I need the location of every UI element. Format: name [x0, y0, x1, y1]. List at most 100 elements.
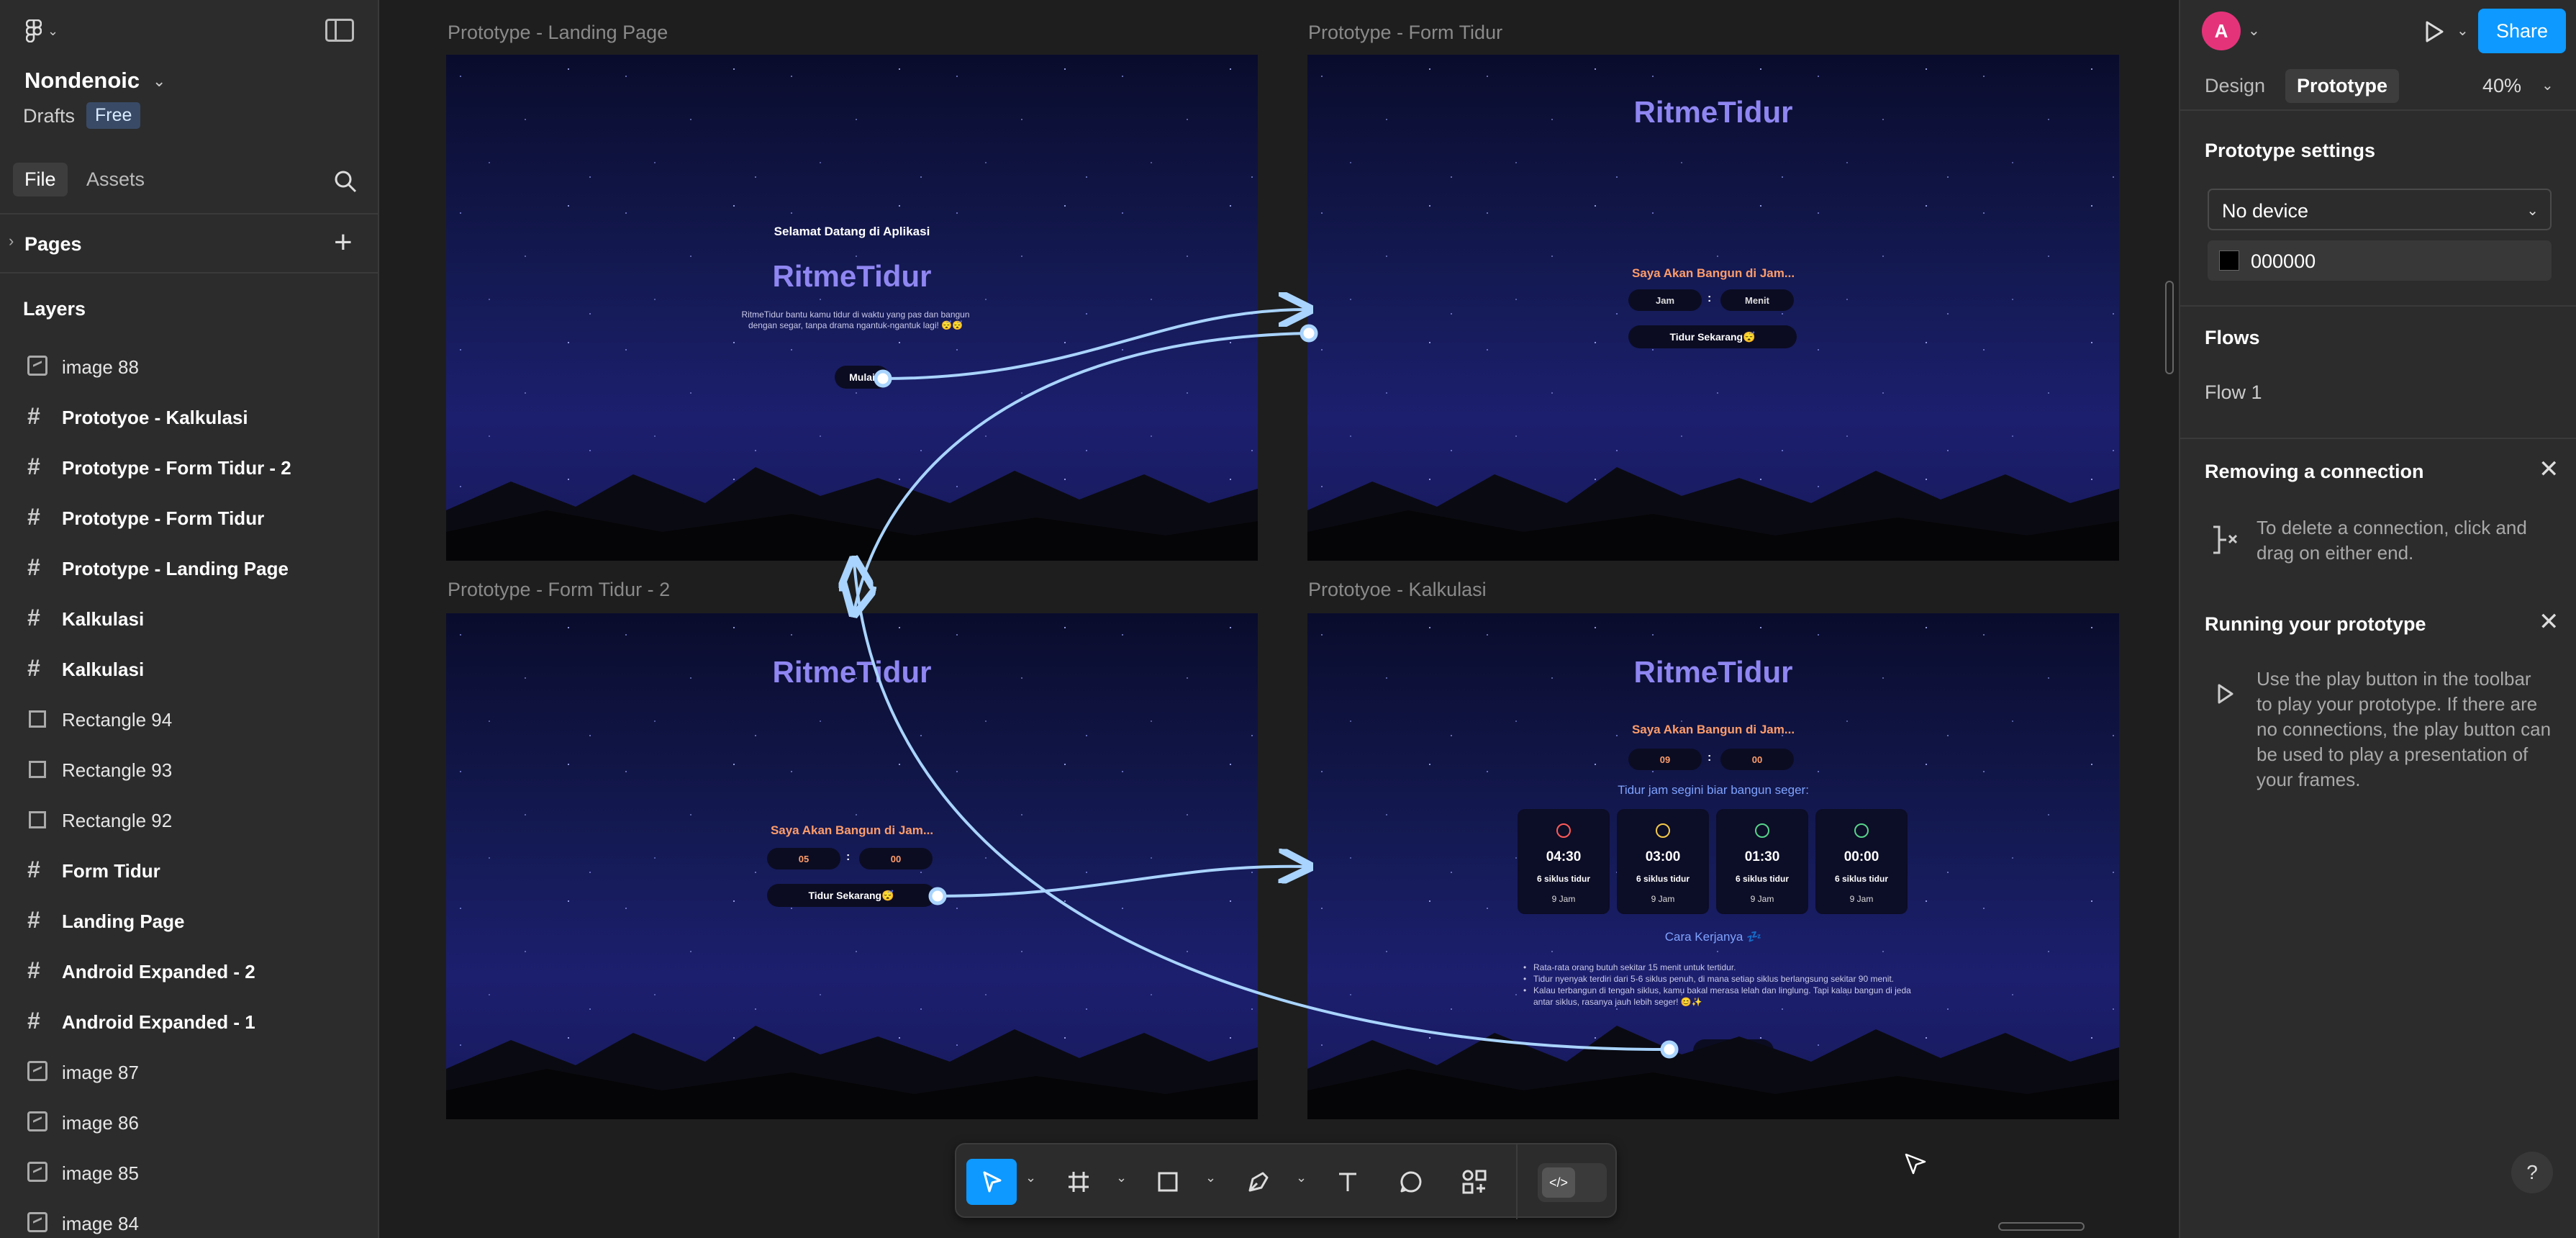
image-icon [27, 1162, 47, 1182]
flow-item[interactable]: Flow 1 [2205, 381, 2262, 404]
chevron-down-icon[interactable]: ⌄ [2457, 22, 2469, 40]
close-icon[interactable]: ✕ [2539, 455, 2559, 484]
chevron-down-icon: ⌄ [2526, 203, 2539, 219]
tab-assets[interactable]: Assets [86, 168, 145, 191]
layer-item[interactable]: # Prototyoe - Kalkulasi [0, 392, 378, 442]
layers-title: Layers [23, 298, 86, 320]
hour-input[interactable]: Jam [1628, 289, 1702, 311]
minute-input[interactable]: 00 [859, 848, 933, 869]
chevron-down-icon[interactable]: ⌄ [2248, 22, 2260, 40]
chevron-down-icon[interactable]: ⌄ [1116, 1170, 1128, 1185]
layer-item[interactable]: image 87 [0, 1047, 378, 1097]
frame-tool-button[interactable] [1056, 1159, 1102, 1205]
background-color-field[interactable]: 000000 [2208, 240, 2552, 281]
color-hex-value[interactable]: 000000 [2251, 250, 2316, 273]
panel-tabs: Design Prototype 40% ⌄ [2180, 63, 2576, 111]
hour-input[interactable]: 09 [1628, 749, 1702, 770]
layer-item[interactable]: # Prototype - Form Tidur [0, 492, 378, 543]
layer-item[interactable]: # Form Tidur [0, 845, 378, 895]
hour-input[interactable]: 05 [767, 848, 840, 869]
layer-label: Form Tidur [62, 860, 160, 882]
search-icon[interactable] [332, 168, 358, 194]
chevron-right-icon[interactable]: › [9, 232, 14, 250]
tab-file[interactable]: File [13, 163, 68, 196]
zoom-level[interactable]: 40% [2482, 75, 2521, 97]
layer-item[interactable]: image 88 [0, 341, 378, 392]
frame-form-tidur-2[interactable]: RitmeTidur Saya Akan Bangun di Jam... 05… [446, 613, 1258, 1119]
layer-item[interactable]: Rectangle 92 [0, 795, 378, 845]
frame-icon: # [27, 403, 40, 429]
frame-label-form2[interactable]: Prototype - Form Tidur - 2 [448, 579, 670, 601]
frame-kalkulasi[interactable]: RitmeTidur Saya Akan Bangun di Jam... 09… [1307, 613, 2119, 1119]
layer-item[interactable]: # Landing Page [0, 895, 378, 946]
minute-input[interactable]: 00 [1720, 749, 1794, 770]
mountain-silhouette [446, 467, 1258, 561]
play-icon[interactable] [2421, 19, 2446, 45]
main-menu-button[interactable]: ⌄ [26, 19, 69, 43]
layer-item[interactable]: # Prototype - Landing Page [0, 543, 378, 593]
layer-item[interactable]: Rectangle 94 [0, 694, 378, 744]
help-button[interactable]: ? [2511, 1152, 2553, 1193]
device-select[interactable]: No device ⌄ [2208, 189, 2552, 230]
chevron-down-icon[interactable]: ⌄ [153, 72, 165, 91]
move-tool-button[interactable] [966, 1159, 1017, 1205]
layer-item[interactable]: image 85 [0, 1147, 378, 1198]
tip-text-remove: To delete a connection, click and drag o… [2257, 517, 2527, 564]
layers-panel: ⌄ Nondenoic ⌄ Drafts Free File Assets › … [0, 0, 379, 1238]
actions-button[interactable] [1451, 1159, 1497, 1205]
layer-item[interactable]: Rectangle 93 [0, 744, 378, 795]
file-location[interactable]: Drafts [23, 105, 75, 127]
tab-design[interactable]: Design [2205, 75, 2265, 97]
chevron-down-icon[interactable]: ⌄ [2541, 76, 2554, 94]
sidebar-toggle-icon[interactable] [325, 19, 354, 42]
layer-label: Prototype - Form Tidur - 2 [62, 457, 291, 479]
start-button[interactable]: Mulai [835, 366, 889, 389]
chevron-down-icon[interactable]: ⌄ [1025, 1170, 1037, 1185]
layer-item[interactable]: # Prototype - Form Tidur - 2 [0, 442, 378, 492]
app-title: RitmeTidur [1633, 655, 1793, 689]
layer-item[interactable]: # Android Expanded - 1 [0, 996, 378, 1047]
wake-question: Saya Akan Bangun di Jam... [1631, 266, 1795, 280]
tab-prototype[interactable]: Prototype [2285, 69, 2400, 103]
layer-item[interactable]: # Kalkulasi [0, 643, 378, 694]
pages-section[interactable]: › Pages + [0, 214, 378, 274]
text-tool-button[interactable] [1325, 1159, 1371, 1205]
dev-mode-toggle[interactable]: </> [1538, 1163, 1607, 1202]
file-name[interactable]: Nondenoic [24, 68, 140, 94]
sleep-now-button[interactable]: Tidur Sekarang😴 [1628, 325, 1797, 348]
sleep-now-button[interactable]: Tidur Sekarang😴 [767, 884, 935, 907]
frame-label-landing[interactable]: Prototype - Landing Page [448, 22, 668, 44]
chevron-down-icon[interactable]: ⌄ [1296, 1170, 1307, 1185]
frame-label-form[interactable]: Prototype - Form Tidur [1308, 22, 1502, 44]
minute-input[interactable]: Menit [1720, 289, 1794, 311]
layer-item[interactable]: # Android Expanded - 2 [0, 946, 378, 996]
properties-panel: A ⌄ ⌄ Share Design Prototype 40% ⌄ Proto… [2179, 0, 2576, 1238]
wake-question: Saya Akan Bangun di Jam... [1631, 723, 1795, 736]
card-time: 03:00 [1645, 849, 1681, 864]
frame-icon: # [27, 655, 40, 681]
frame-icon: # [27, 957, 40, 983]
layer-item[interactable]: # Kalkulasi [0, 593, 378, 643]
canvas[interactable]: Prototype - Landing Page Selamat Datang … [379, 0, 2179, 1238]
color-swatch[interactable] [2219, 250, 2239, 271]
add-page-icon[interactable]: + [334, 225, 353, 261]
list-item: Tidur nyenyak terdiri dari 5-6 siklus pe… [1523, 973, 1926, 985]
comment-tool-button[interactable] [1388, 1159, 1434, 1205]
avatar[interactable]: A [2202, 12, 2241, 50]
layer-item[interactable]: image 84 [0, 1198, 378, 1238]
frame-form-tidur[interactable]: RitmeTidur Saya Akan Bangun di Jam... Ja… [1307, 55, 2119, 561]
app-title: RitmeTidur [772, 655, 932, 689]
frame-landing-page[interactable]: Selamat Datang di Aplikasi RitmeTidur Ri… [446, 55, 1258, 561]
rectangle-tool-button[interactable] [1145, 1159, 1191, 1205]
share-button[interactable]: Share [2478, 9, 2566, 53]
app-title: RitmeTidur [772, 259, 932, 293]
frame-label-calc[interactable]: Prototyoe - Kalkulasi [1308, 579, 1487, 601]
pen-tool-button[interactable] [1235, 1159, 1282, 1205]
chevron-down-icon[interactable]: ⌄ [1205, 1170, 1217, 1185]
layer-item[interactable]: image 86 [0, 1097, 378, 1147]
vertical-scrollbar[interactable] [2165, 281, 2174, 374]
close-icon[interactable]: ✕ [2539, 607, 2559, 636]
time-colon: : [1707, 292, 1712, 304]
face-icon [1854, 823, 1869, 838]
horizontal-scrollbar[interactable] [1998, 1222, 2085, 1231]
